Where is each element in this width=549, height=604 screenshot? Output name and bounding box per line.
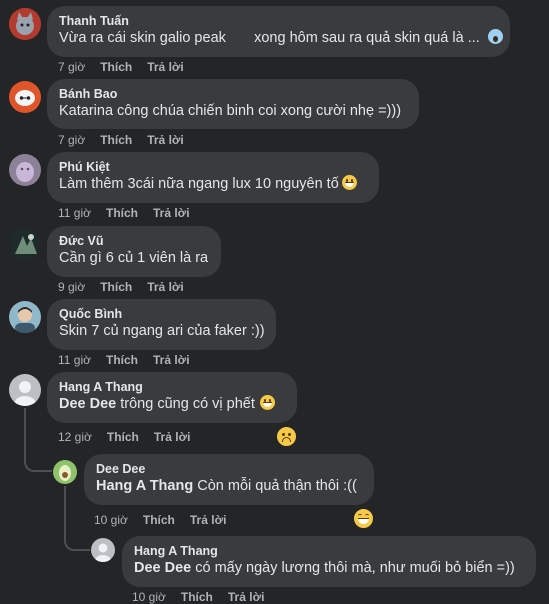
mention-link[interactable]: Dee Dee [134, 560, 191, 576]
like-button[interactable]: Thích [100, 60, 132, 74]
reply-button[interactable]: Trả lời [147, 60, 184, 74]
like-button[interactable]: Thích [106, 206, 138, 220]
comment-actions: 11 giờ Thích Trả lời [58, 206, 205, 220]
comment-text: Cần gì 6 củ 1 viên là ra [59, 250, 209, 266]
comment-text-body: Làm thêm 3cái nữa ngang lux 10 nguyên tố [59, 176, 339, 192]
comment-bubble: Bánh Bao Katarina công chúa chiến binh c… [47, 79, 419, 129]
comment-actions: 10 giờ Thích Trả lời [94, 513, 241, 527]
comment-author[interactable]: Đức Vũ [59, 233, 209, 249]
comment-text-body: Còn mỗi quả thận thôi :(( [197, 478, 357, 494]
comment-time[interactable]: 11 giờ [58, 206, 91, 220]
comment-text-body: trông cũng có vị phết [120, 396, 255, 412]
default-user-icon [9, 374, 41, 406]
reply-button[interactable]: Trả lời [154, 430, 191, 444]
comment-text: Skin 7 củ ngang ari của faker :)) [59, 323, 265, 339]
grin-emoji-icon [259, 395, 275, 410]
comment-text: Dee Dee trông cũng có vị phết [59, 395, 285, 414]
comment-actions: 7 giờ Thích Trả lời [58, 133, 199, 147]
comment-time[interactable]: 10 giờ [94, 513, 128, 527]
comment-bubble: Dee Dee Hang A Thang Còn mỗi quả thận th… [84, 454, 374, 505]
laugh-reaction-icon[interactable] [353, 508, 374, 529]
avatar-avocado-icon [53, 460, 77, 484]
comment-actions: 7 giờ Thích Trả lời [58, 60, 199, 74]
default-user-icon [91, 538, 115, 562]
avatar-photo-icon [9, 228, 41, 260]
comment-time[interactable]: 7 giờ [58, 133, 85, 147]
avatar[interactable] [9, 374, 41, 406]
comment-time[interactable]: 9 giờ [58, 280, 85, 294]
avatar[interactable] [91, 538, 115, 562]
avatar[interactable] [9, 154, 41, 186]
comment-author[interactable]: Quốc Bình [59, 306, 264, 322]
comment-text: Vừa ra cái skin galio peak xong hôm sau … [59, 29, 503, 48]
avatar[interactable] [9, 8, 41, 40]
avatar-photo-icon [9, 301, 41, 333]
comment-time[interactable]: 7 giờ [58, 60, 85, 74]
reply-button[interactable]: Trả lời [147, 280, 184, 294]
thread-connector [24, 440, 52, 472]
comment-text-tail: xong hôm sau ra quả skin quá là ... [254, 30, 480, 46]
reply-button[interactable]: Trả lời [228, 590, 265, 604]
sad-reaction-icon[interactable] [276, 426, 297, 447]
avatar[interactable] [9, 301, 41, 333]
avatar[interactable] [9, 81, 41, 113]
comment-text-body: có mấy ngày lương thôi mà, như muối bỏ b… [195, 560, 515, 576]
scream-emoji-icon [487, 29, 503, 44]
comment-author[interactable]: Thanh Tuấn [59, 13, 498, 29]
comment-bubble: Phú Kiệt Làm thêm 3cái nữa ngang lux 10 … [47, 152, 379, 203]
comment-actions: 11 giờ Thích Trả lời [58, 353, 205, 367]
thread-connector [64, 520, 90, 551]
comment-text: Làm thêm 3cái nữa ngang lux 10 nguyên tố [59, 175, 367, 194]
like-button[interactable]: Thích [181, 590, 213, 604]
reply-button[interactable]: Trả lời [147, 133, 184, 147]
avatar-cat-icon [9, 8, 41, 40]
avatar-baymax-icon [9, 81, 41, 113]
like-button[interactable]: Thích [107, 430, 139, 444]
comment-bubble: Hang A Thang Dee Dee có mấy ngày lương t… [122, 536, 536, 587]
like-button[interactable]: Thích [143, 513, 175, 527]
comment-text: Dee Dee có mấy ngày lương thôi mà, như m… [134, 559, 524, 578]
reply-button[interactable]: Trả lời [190, 513, 227, 527]
reply-button[interactable]: Trả lời [153, 206, 190, 220]
mention-link[interactable]: Dee Dee [59, 396, 116, 412]
like-button[interactable]: Thích [100, 280, 132, 294]
comment-actions: 9 giờ Thích Trả lời [58, 280, 199, 294]
mention-link[interactable]: Hang A Thang [96, 478, 193, 494]
avatar-photo-icon [9, 154, 41, 186]
avatar[interactable] [53, 460, 77, 484]
avatar[interactable] [9, 228, 41, 260]
comment-author[interactable]: Phú Kiệt [59, 159, 367, 175]
like-button[interactable]: Thích [106, 353, 138, 367]
comment-time[interactable]: 12 giờ [58, 430, 92, 444]
comment-text-head: Vừa ra cái skin galio peak [59, 30, 226, 46]
comment-author[interactable]: Hang A Thang [134, 543, 524, 559]
comment-text: Katarina công chúa chiến binh coi xong c… [59, 103, 402, 119]
like-button[interactable]: Thích [100, 133, 132, 147]
comment-author[interactable]: Dee Dee [96, 461, 362, 477]
reply-button[interactable]: Trả lời [153, 353, 190, 367]
comment-bubble: Hang A Thang Dee Dee trông cũng có vị ph… [47, 372, 297, 423]
comment-bubble: Đức Vũ Cần gì 6 củ 1 viên là ra [47, 226, 221, 277]
comment-actions: 10 giờ Thích Trả lời [132, 590, 279, 604]
comment-text: Hang A Thang Còn mỗi quả thận thôi :(( [96, 477, 362, 496]
comment-bubble: Thanh Tuấn Vừa ra cái skin galio peak xo… [47, 6, 510, 57]
grin-emoji-icon [341, 175, 357, 190]
comment-time[interactable]: 10 giờ [132, 590, 166, 604]
comment-author[interactable]: Bánh Bao [59, 86, 407, 102]
comment-actions: 12 giờ Thích Trả lời [58, 430, 205, 444]
comment-bubble: Quốc Bình Skin 7 củ ngang ari của faker … [47, 299, 276, 350]
comment-author[interactable]: Hang A Thang [59, 379, 285, 395]
comment-time[interactable]: 11 giờ [58, 353, 91, 367]
